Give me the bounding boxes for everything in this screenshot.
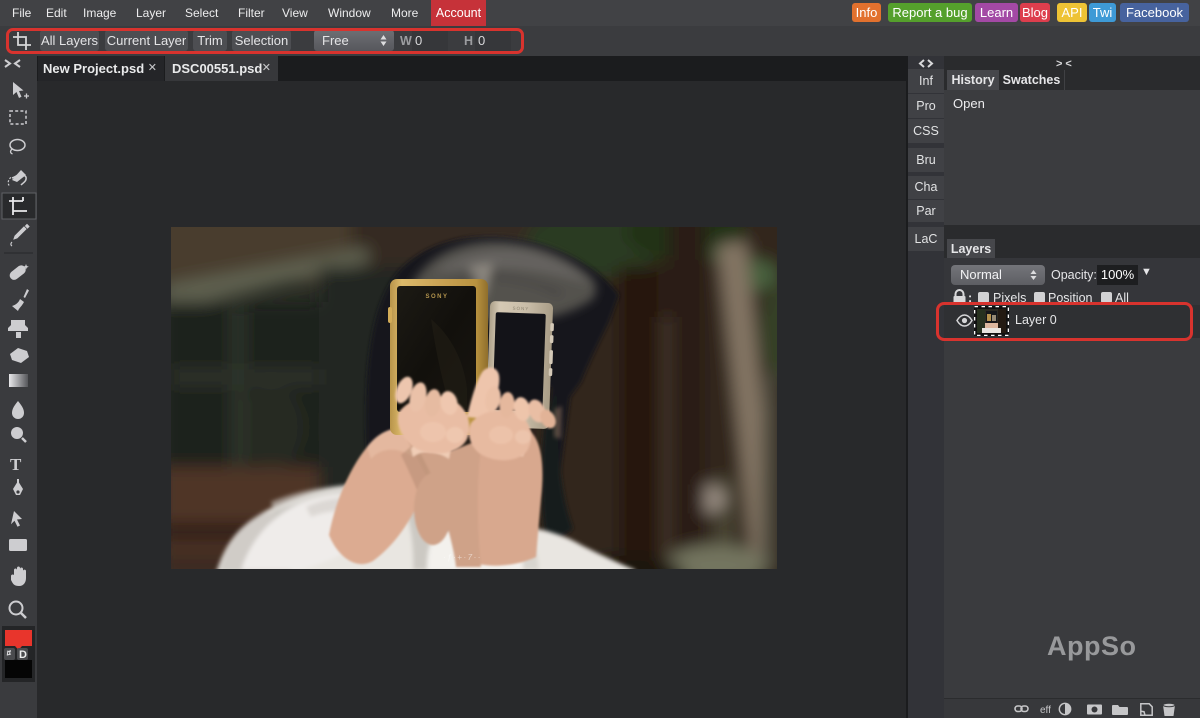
svg-text:T: T [10,455,22,474]
svg-text:·ƒ·+·7··: ·ƒ·+·7·· [443,553,482,562]
svg-text:D: D [19,649,27,661]
svg-text:SONY: SONY [425,294,448,300]
svg-text:eff: eff [1040,705,1051,716]
svg-text:SONY: SONY [513,306,530,312]
